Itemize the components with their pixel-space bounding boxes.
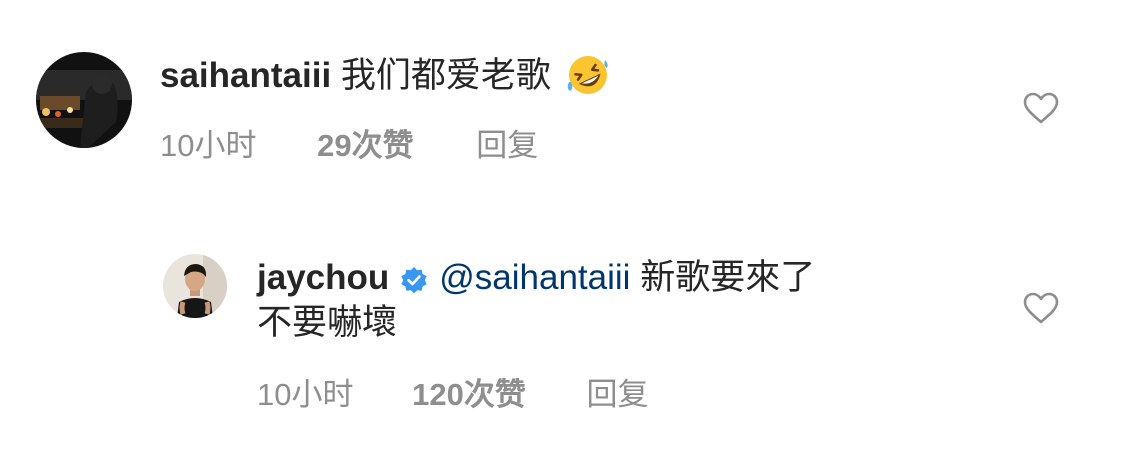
heart-outline-icon[interactable]	[1023, 92, 1059, 124]
comment-text: 我们都爱老歌	[340, 56, 551, 95]
comment-username[interactable]: saihantaiii	[160, 56, 331, 95]
comment-timestamp: 10小时	[257, 377, 354, 412]
comment-text: 新歌要來了	[640, 258, 816, 297]
comment-username[interactable]: jaychou	[257, 258, 389, 297]
reply-button[interactable]: 回复	[476, 126, 538, 166]
reply-button[interactable]: 回复	[586, 375, 648, 415]
comment-meta: 10小时 120次赞 回复	[257, 375, 648, 415]
avatar[interactable]	[36, 52, 132, 148]
verified-badge-icon	[399, 263, 429, 294]
comment-likes-count[interactable]: 120次赞	[412, 375, 526, 415]
avatar[interactable]	[163, 254, 227, 318]
comment-timestamp: 10小时	[160, 128, 257, 163]
mention-link[interactable]: @saihantaiii	[439, 258, 630, 297]
rolling-on-floor-laughing-emoji	[565, 52, 611, 98]
comment-text-continuation: 不要嚇壞	[257, 303, 398, 342]
comment-likes-count[interactable]: 29次赞	[317, 126, 413, 166]
comment-meta: 10小时 29次赞 回复	[160, 126, 538, 166]
heart-outline-icon[interactable]	[1023, 292, 1059, 324]
